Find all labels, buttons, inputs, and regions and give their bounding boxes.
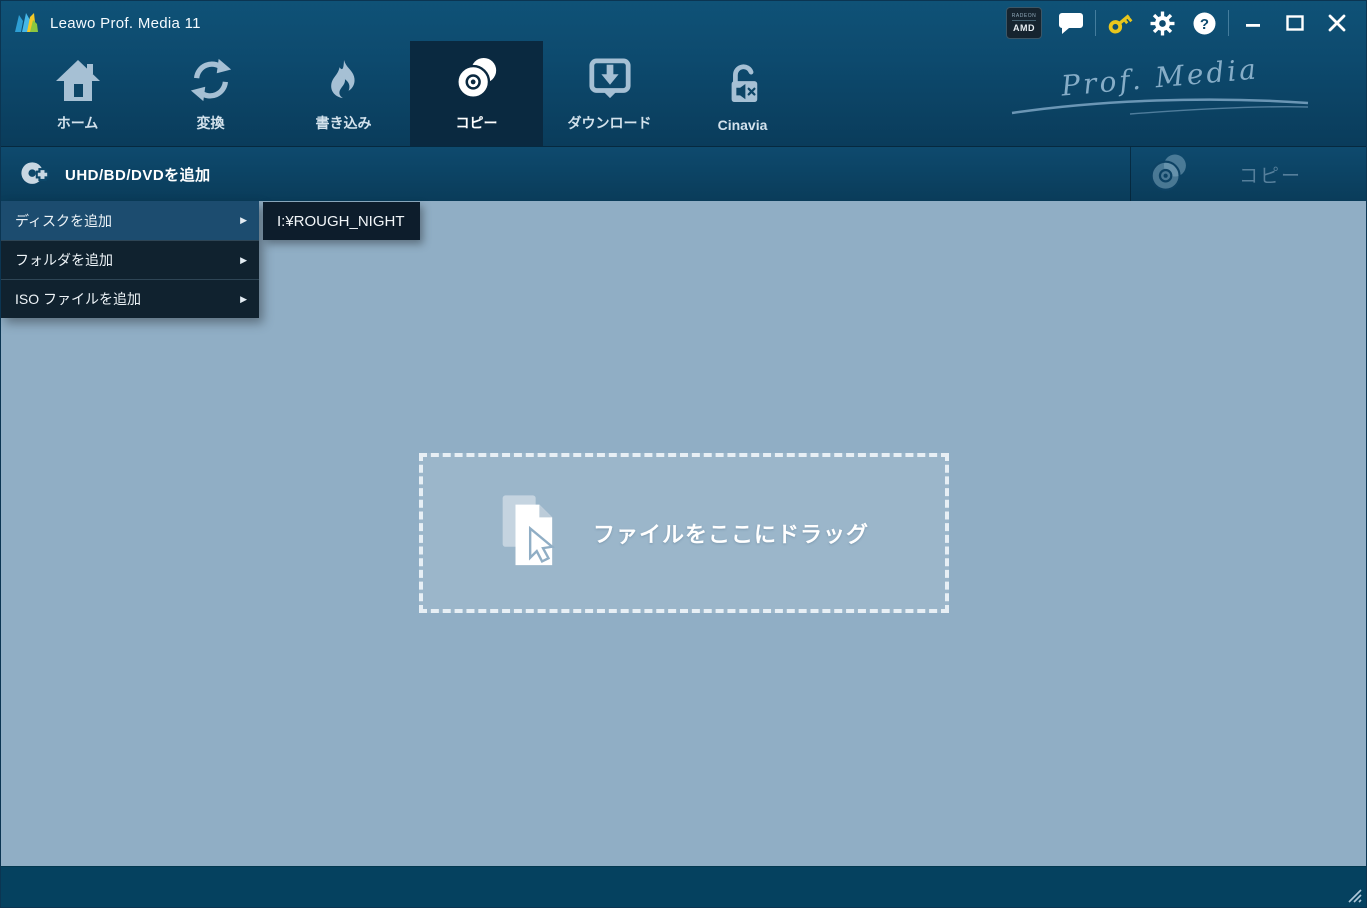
app-window: Leawo Prof. Media 11 RADEON AMD ? ホーム 変換…: [0, 0, 1367, 908]
menu-item-label: ディスクを追加: [15, 212, 113, 229]
resize-grip[interactable]: [1348, 889, 1362, 903]
submenu-arrow-icon: ▶: [240, 254, 247, 265]
tab-cinavia[interactable]: Cinavia: [676, 45, 809, 146]
titlebar: Leawo Prof. Media 11 RADEON AMD ?: [1, 1, 1366, 45]
add-button-label: UHD/BD/DVDを追加: [65, 167, 211, 184]
add-source-menu: ディスクを追加 ▶ フォルダを追加 ▶ ISO ファイルを追加 ▶: [1, 201, 259, 318]
cinavia-lock-icon: [724, 59, 762, 107]
submenu-arrow-icon: ▶: [240, 293, 247, 304]
menu-item-add-disc[interactable]: ディスクを追加 ▶: [1, 201, 259, 240]
close-button[interactable]: [1316, 1, 1358, 45]
maximize-icon: [1286, 15, 1304, 31]
help-button[interactable]: ?: [1183, 1, 1225, 45]
register-button[interactable]: [1099, 1, 1141, 45]
settings-button[interactable]: [1141, 1, 1183, 45]
home-icon: [55, 55, 101, 103]
main-nav: ホーム 変換 書き込み コピー ダウンロード Cinavia: [11, 41, 809, 146]
copy-action-button[interactable]: コピー: [1130, 147, 1366, 201]
drop-zone-label: ファイルをここにドラッグ: [592, 522, 869, 547]
copy-action-label: コピー: [1239, 165, 1303, 187]
tab-home[interactable]: ホーム: [11, 45, 144, 146]
file-drop-zone[interactable]: ファイルをここにドラッグ: [419, 453, 949, 613]
brand-logo: Prof. Media: [1010, 52, 1310, 121]
titlebar-controls: RADEON AMD ?: [1006, 1, 1358, 45]
tab-download[interactable]: ダウンロード: [543, 45, 676, 146]
maximize-button[interactable]: [1274, 1, 1316, 45]
burn-icon: [324, 55, 364, 103]
tab-label: 書き込み: [315, 115, 372, 131]
menu-item-add-iso[interactable]: ISO ファイルを追加 ▶: [1, 279, 259, 318]
minimize-button[interactable]: [1232, 1, 1274, 45]
add-disc-icon: [21, 161, 50, 184]
amd-radeon-badge[interactable]: RADEON AMD: [1006, 7, 1042, 39]
menu-item-label: フォルダを追加: [15, 252, 113, 268]
svg-text:?: ?: [1199, 16, 1208, 33]
disc-icon: [1150, 154, 1186, 191]
drag-file-icon: [502, 495, 555, 566]
submenu-item-label: I:¥ROUGH_NIGHT: [277, 212, 405, 230]
submenu-arrow-icon: ▶: [240, 215, 247, 225]
tab-burn[interactable]: 書き込み: [277, 45, 410, 146]
leawo-logo-icon: [15, 13, 38, 32]
key-icon: [1108, 14, 1133, 34]
tab-label: Cinavia: [717, 117, 768, 133]
download-icon: [588, 55, 632, 103]
titlebar-separator: [1228, 10, 1229, 36]
tab-label: コピー: [455, 115, 498, 131]
tab-copy[interactable]: コピー: [410, 41, 543, 146]
menu-item-label: ISO ファイルを追加: [15, 291, 142, 307]
titlebar-separator: [1095, 10, 1096, 36]
feedback-button[interactable]: [1050, 1, 1092, 45]
chat-bubble-icon: [1059, 13, 1083, 34]
close-icon: [1328, 14, 1346, 32]
gear-icon: [1150, 11, 1174, 35]
tab-label: ホーム: [56, 115, 99, 131]
tab-label: 変換: [196, 115, 225, 131]
help-icon: ?: [1193, 12, 1215, 34]
convert-icon: [188, 55, 234, 103]
tab-label: ダウンロード: [567, 115, 652, 131]
bottom-bar: [1, 866, 1366, 907]
copy-disc-icon: [452, 55, 502, 103]
add-uhd-bd-dvd-button[interactable]: UHD/BD/DVDを追加: [1, 147, 259, 202]
disc-submenu-item[interactable]: I:¥ROUGH_NIGHT: [263, 202, 420, 240]
tab-convert[interactable]: 変換: [144, 45, 277, 146]
toolbar: UHD/BD/DVDを追加 コピー: [1, 146, 1366, 201]
app-title: Leawo Prof. Media 11: [50, 14, 201, 32]
brand-swoosh: [1011, 98, 1309, 115]
menu-item-add-folder[interactable]: フォルダを追加 ▶: [1, 240, 259, 279]
brand-script-text: Prof. Media: [1059, 52, 1261, 103]
header: Leawo Prof. Media 11 RADEON AMD ? ホーム 変換…: [1, 1, 1366, 146]
minimize-icon: [1246, 24, 1260, 27]
